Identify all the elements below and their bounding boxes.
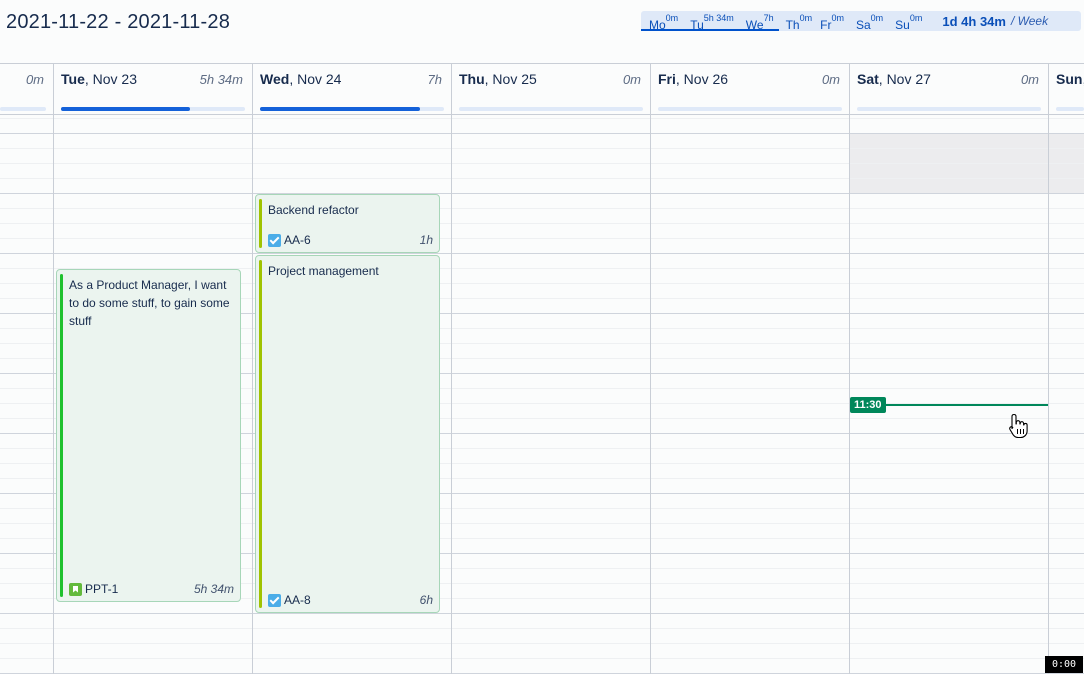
grid-line (0, 643, 1084, 644)
day-name: Thu, Nov 25 (459, 71, 537, 87)
current-time-line (884, 404, 1048, 406)
day-progress-bar (857, 107, 1041, 111)
grid-line (0, 118, 1084, 119)
current-time-badge: 11:30 (850, 397, 886, 413)
column-divider (451, 115, 452, 674)
week-summary: Mo0m Tu5h 34m We7h Th0m Fr0m Sa0m Su0m 1… (641, 11, 1081, 32)
task-icon (268, 233, 281, 247)
week-summary-day-sun[interactable]: Su0m (895, 11, 922, 32)
day-header-wed[interactable]: Wed, Nov 24 7h (253, 64, 452, 115)
week-total-unit: / Week (1010, 14, 1049, 28)
column-divider (849, 115, 850, 674)
event-color-stripe (60, 274, 63, 597)
day-header-sun[interactable]: Sun, (1049, 64, 1084, 115)
story-icon (69, 582, 82, 596)
week-summary-day-sat[interactable]: Sa0m (856, 11, 883, 32)
grid-line (0, 208, 1084, 209)
week-summary-day-mon[interactable]: Mo0m (649, 11, 678, 32)
event-title: Project management (268, 264, 379, 278)
day-name: Sun, (1056, 71, 1084, 87)
grid-line (0, 148, 1084, 149)
day-progress-bar (459, 107, 643, 111)
day-name: Sat, Nov 27 (857, 71, 931, 87)
grid-line (0, 193, 1084, 194)
day-name: Tue, Nov 23 (61, 71, 137, 87)
day-progress-bar (61, 107, 245, 111)
week-date-range: 2021-11-22 - 2021-11-28 (6, 11, 231, 33)
worklog-event-project-management[interactable]: Project management AA-8 6h (255, 255, 440, 613)
hand-pointer-icon (1009, 413, 1028, 439)
event-title: Backend refactor (268, 203, 359, 217)
day-progress-bar (1056, 107, 1084, 111)
grid-line (0, 658, 1084, 659)
week-summary-day-fri[interactable]: Fr0m (820, 11, 844, 32)
event-duration: 6h (419, 593, 433, 607)
grid-line (0, 613, 1084, 614)
day-total-time: 0m (622, 72, 641, 87)
column-divider (53, 115, 54, 674)
event-duration: 1h (419, 233, 433, 247)
event-color-stripe (259, 199, 262, 248)
day-progress-bar (0, 107, 46, 111)
day-progress-fill (61, 107, 190, 111)
day-name: Wed, Nov 24 (260, 71, 342, 87)
column-divider (252, 115, 253, 674)
day-header-thu[interactable]: Thu, Nov 25 0m (452, 64, 651, 115)
day-header-fri[interactable]: Fri, Nov 26 0m (651, 64, 850, 115)
grid-line (0, 253, 1084, 254)
day-progress-fill (260, 107, 421, 111)
day-total-time: 0m (1020, 72, 1039, 87)
task-icon (268, 593, 281, 607)
calendar-toolbar: 2021-11-22 - 2021-11-28 Mo0m Tu5h 34m We… (0, 0, 1084, 63)
calendar-grid[interactable]: Backend refactor AA-6 1h Project managem… (0, 115, 1084, 674)
week-total-time: 1d 4h 34m (942, 13, 1006, 29)
recording-timer-badge: 0:00 (1045, 656, 1083, 673)
event-issue-key[interactable]: AA-6 (268, 233, 311, 247)
day-header-tue[interactable]: Tue, Nov 23 5h 34m (54, 64, 253, 115)
day-total-time: 5h 34m (199, 72, 243, 87)
day-total-time: 0m (25, 72, 44, 87)
week-summary-day-tue[interactable]: Tu5h 34m (690, 11, 734, 32)
event-color-stripe (259, 260, 262, 608)
day-progress-bar (260, 107, 444, 111)
day-name: Fri, Nov 26 (658, 71, 729, 87)
grid-line (0, 133, 1084, 134)
week-summary-day-thu[interactable]: Th0m (786, 11, 813, 32)
worklog-event-backend-refactor[interactable]: Backend refactor AA-6 1h (255, 194, 440, 253)
grid-line (0, 238, 1084, 239)
day-header-row: 0m Tue, Nov 23 5h 34m Wed, Nov 24 7h Thu… (0, 63, 1084, 115)
event-title: As a Product Manager, I want to do some … (69, 278, 230, 328)
day-header-sat[interactable]: Sat, Nov 27 0m (850, 64, 1049, 115)
worklog-event-product-manager-story[interactable]: As a Product Manager, I want to do some … (56, 269, 241, 602)
day-header-mon[interactable]: 0m (0, 64, 54, 115)
grid-line (0, 178, 1084, 179)
grid-line (0, 628, 1084, 629)
grid-line (0, 223, 1084, 224)
day-total-time: 0m (821, 72, 840, 87)
event-issue-key[interactable]: AA-8 (268, 593, 311, 607)
column-divider (650, 115, 651, 674)
event-issue-key[interactable]: PPT-1 (69, 582, 118, 596)
event-duration: 5h 34m (193, 582, 234, 596)
day-total-time: 7h (427, 72, 442, 87)
grid-line (0, 163, 1084, 164)
day-progress-bar (658, 107, 842, 111)
column-divider (1048, 115, 1049, 674)
week-summary-day-wed[interactable]: We7h (746, 11, 774, 32)
